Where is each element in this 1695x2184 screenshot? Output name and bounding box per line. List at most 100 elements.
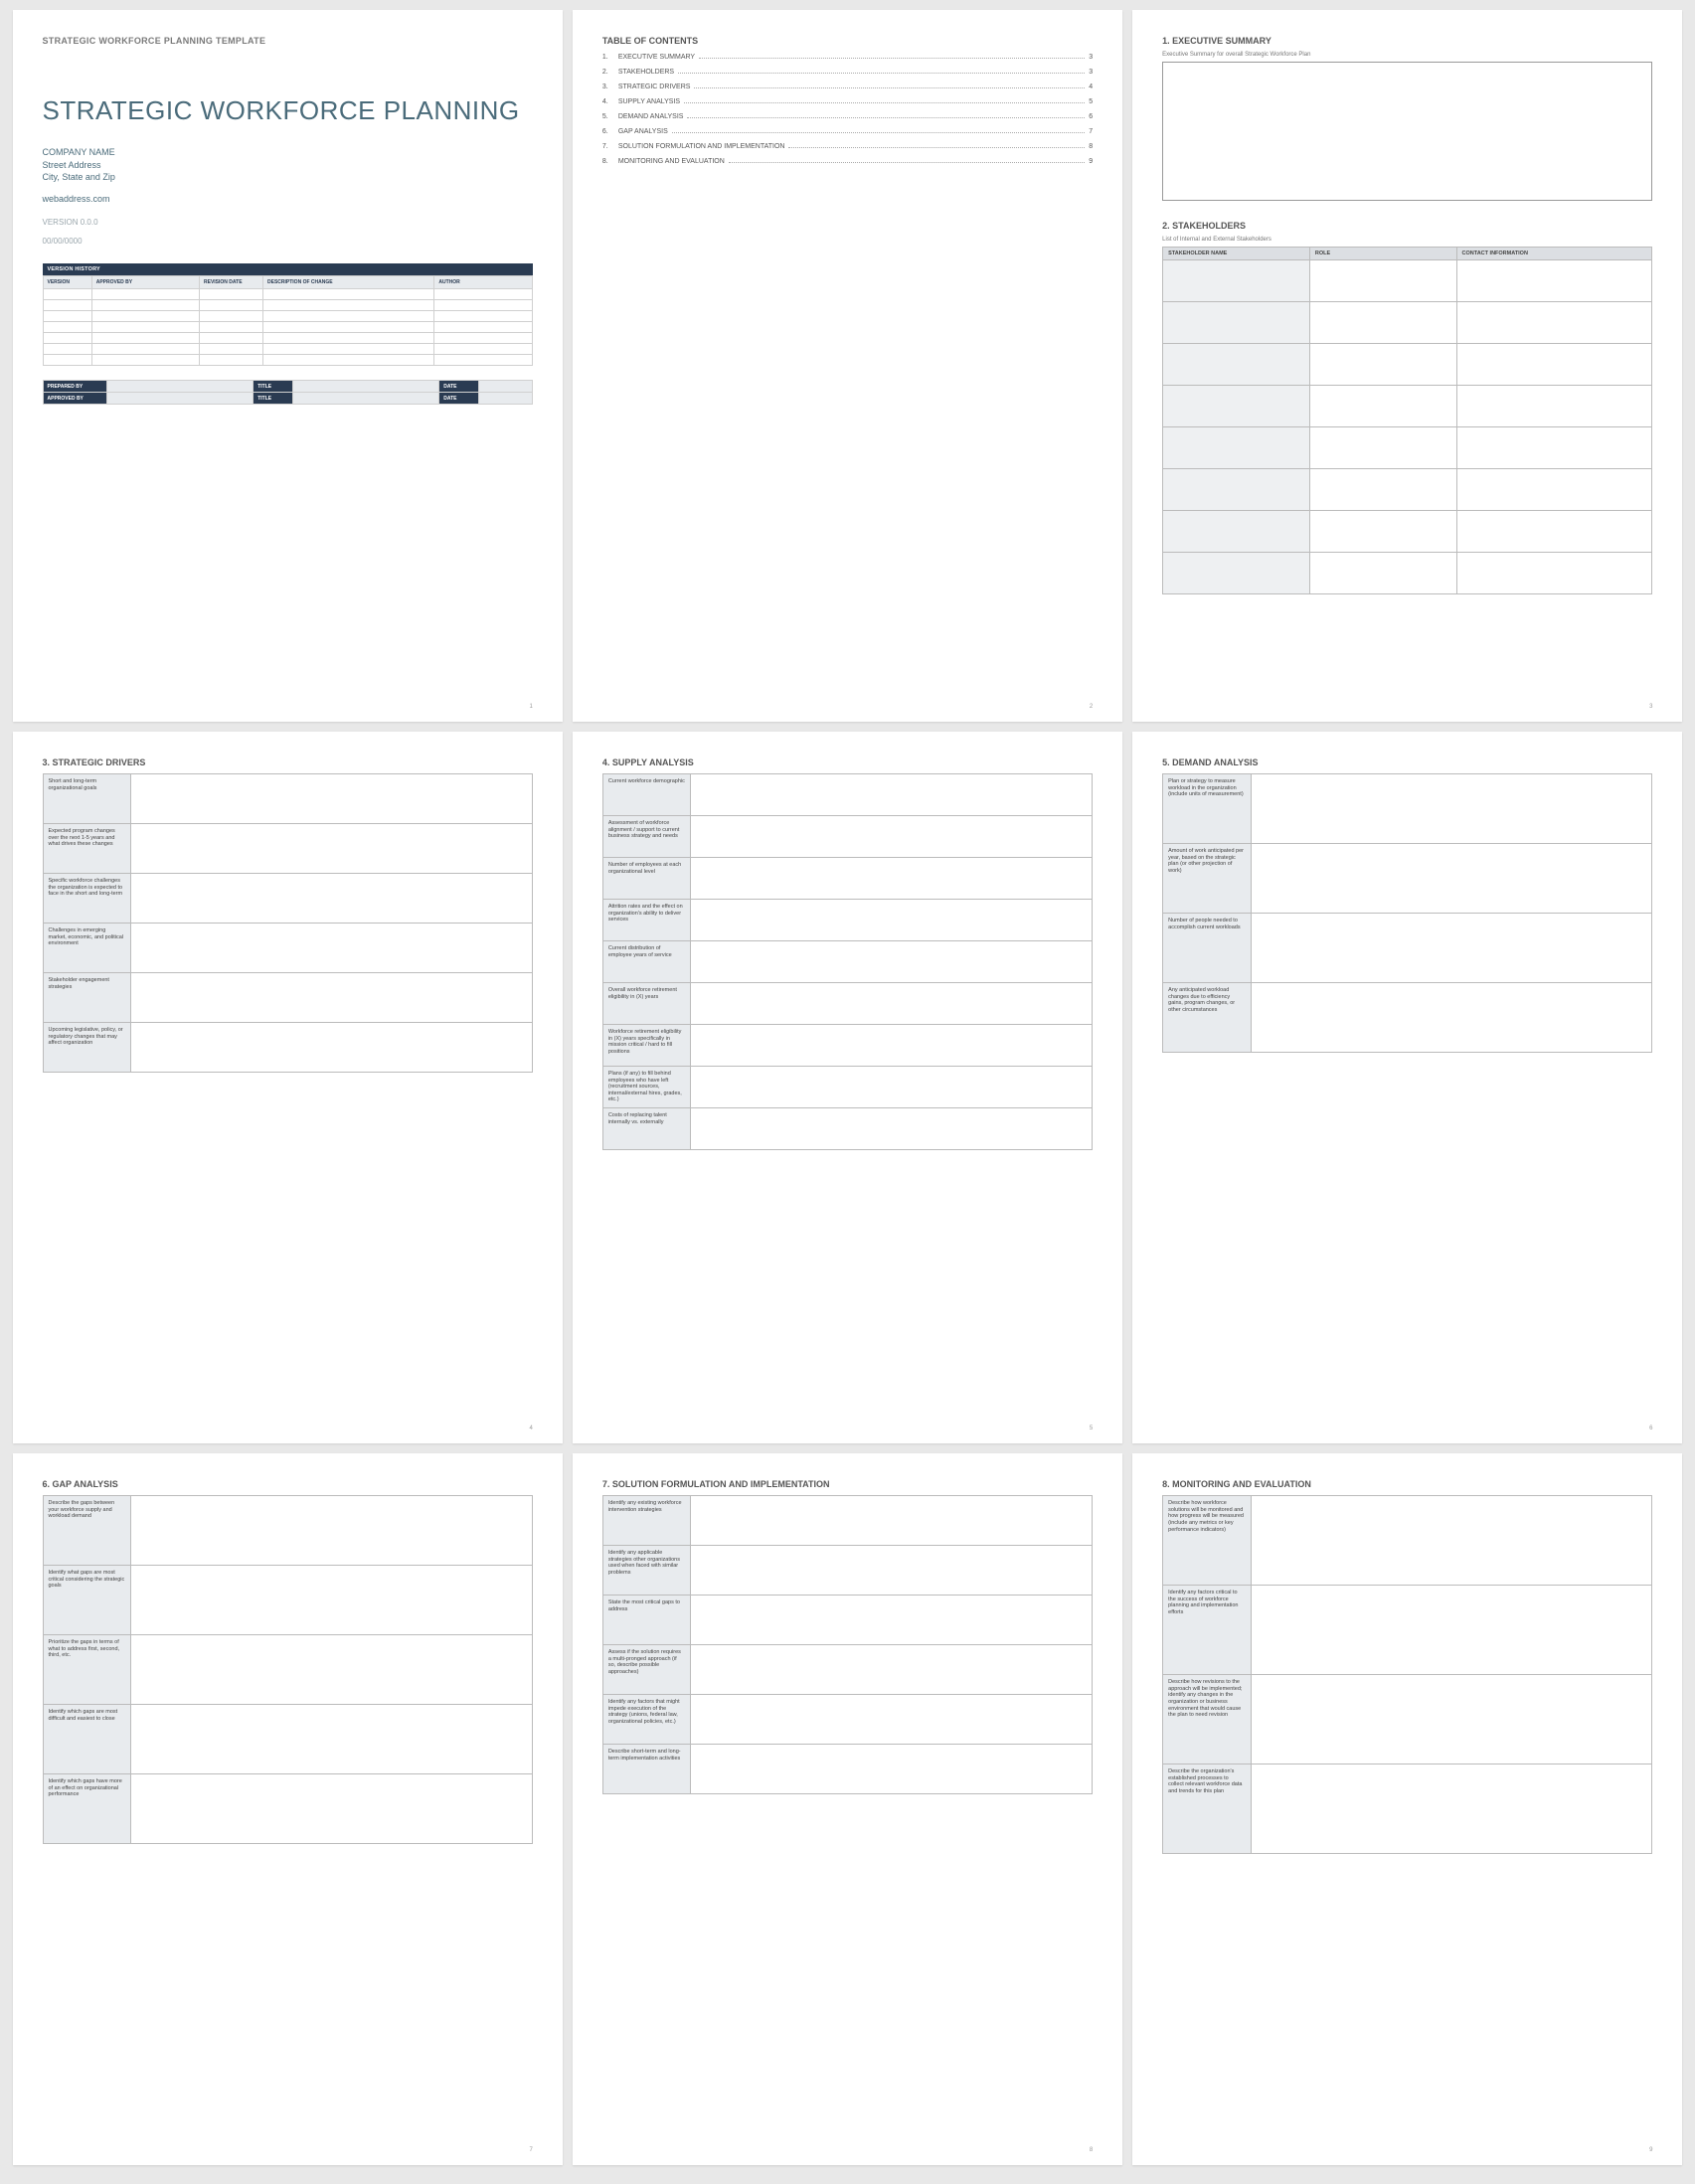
table-row: APPROVED BY TITLE DATE: [43, 393, 532, 405]
toc-title: TABLE OF CONTENTS: [602, 36, 1093, 46]
strategic-drivers-heading: 3. STRATEGIC DRIVERS: [43, 757, 533, 767]
prepared-by-label: PREPARED BY: [43, 381, 106, 393]
approved-by-label: APPROVED BY: [43, 393, 106, 405]
col-contact: CONTACT INFORMATION: [1456, 248, 1652, 260]
page-9: 8. MONITORING AND EVALUATION Describe ho…: [1132, 1453, 1682, 2165]
table-row: [43, 333, 532, 344]
monitoring-heading: 8. MONITORING AND EVALUATION: [1162, 1479, 1652, 1489]
col-version: VERSION: [43, 276, 91, 289]
table-header-row: STAKEHOLDER NAME ROLE CONTACT INFORMATIO…: [1163, 248, 1652, 260]
table-row: Identify any existing workforce interven…: [602, 1496, 1092, 1546]
company-name: COMPANY NAME: [43, 146, 533, 159]
table-row: Identify any factors that might impede e…: [602, 1695, 1092, 1745]
table-row: [1163, 260, 1652, 302]
solution-heading: 7. SOLUTION FORMULATION AND IMPLEMENTATI…: [602, 1479, 1093, 1489]
gap-analysis-table: Describe the gaps between your workforce…: [43, 1495, 533, 1844]
version-text: VERSION 0.0.0: [43, 218, 533, 227]
page-number: 6: [1649, 1426, 1652, 1431]
supply-analysis-table: Current workforce demographic Assessment…: [602, 773, 1093, 1150]
table-row: [1163, 511, 1652, 553]
table-row: [43, 311, 532, 322]
date-label: DATE: [439, 381, 478, 393]
table-row: Prioritize the gaps in terms of what to …: [43, 1635, 532, 1705]
supply-analysis-heading: 4. SUPPLY ANALYSIS: [602, 757, 1093, 767]
table-row: [1163, 386, 1652, 427]
table-row: [43, 355, 532, 366]
table-row: [1163, 469, 1652, 511]
table-row: Describe the organization's established …: [1163, 1764, 1652, 1854]
company-block: COMPANY NAME Street Address City, State …: [43, 146, 533, 184]
table-row: Attrition rates and the effect on organi…: [602, 900, 1092, 941]
page-number: 2: [1090, 704, 1093, 710]
title-value-2: [292, 393, 439, 405]
table-row: Plan or strategy to measure workload in …: [1163, 774, 1652, 844]
table-row: Upcoming legislative, policy, or regulat…: [43, 1023, 532, 1073]
table-row: Identify which gaps are most difficult a…: [43, 1705, 532, 1774]
table-row: Describe short-term and long-term implem…: [602, 1745, 1092, 1794]
date-value: [478, 381, 532, 393]
toc-item: 7.SOLUTION FORMULATION AND IMPLEMENTATIO…: [602, 143, 1093, 150]
date-label-2: DATE: [439, 393, 478, 405]
table-row: [1163, 344, 1652, 386]
table-row: Expected program changes over the next 1…: [43, 824, 532, 874]
page-2: TABLE OF CONTENTS 1.EXECUTIVE SUMMARY3 2…: [573, 10, 1122, 722]
table-row: Assessment of workforce alignment / supp…: [602, 816, 1092, 858]
title-label-2: TITLE: [254, 393, 292, 405]
date-text: 00/00/0000: [43, 237, 533, 246]
col-approved-by: APPROVED BY: [91, 276, 199, 289]
page-7: 6. GAP ANALYSIS Describe the gaps betwee…: [13, 1453, 563, 2165]
table-row: Current distribution of employee years o…: [602, 941, 1092, 983]
toc-item: 6.GAP ANALYSIS7: [602, 128, 1093, 135]
version-history-table: VERSION APPROVED BY REVISION DATE DESCRI…: [43, 275, 533, 366]
table-row: Describe the gaps between your workforce…: [43, 1496, 532, 1566]
page-number: 8: [1090, 2147, 1093, 2153]
table-row: [43, 344, 532, 355]
page-6: 5. DEMAND ANALYSIS Plan or strategy to m…: [1132, 732, 1682, 1443]
table-row: Workforce retirement eligibility in (X) …: [602, 1025, 1092, 1067]
page-number: 3: [1649, 704, 1652, 710]
toc-item: 4.SUPPLY ANALYSIS5: [602, 98, 1093, 105]
stakeholders-note: List of Internal and External Stakeholde…: [1162, 237, 1652, 243]
table-row: Challenges in emerging market, economic,…: [43, 924, 532, 973]
col-role: ROLE: [1309, 248, 1456, 260]
date-value-2: [478, 393, 532, 405]
table-row: [43, 300, 532, 311]
table-row: [1163, 553, 1652, 594]
table-row: Identify what gaps are most critical con…: [43, 1566, 532, 1635]
monitoring-table: Describe how workforce solutions will be…: [1162, 1495, 1652, 1854]
table-row: Identify any applicable strategies other…: [602, 1546, 1092, 1596]
version-history-header: VERSION HISTORY: [43, 263, 533, 275]
table-row: Costs of replacing talent internally vs.…: [602, 1108, 1092, 1150]
toc-item: 2.STAKEHOLDERS3: [602, 69, 1093, 76]
page-number: 9: [1649, 2147, 1652, 2153]
table-row: Any anticipated workload changes due to …: [1163, 983, 1652, 1053]
toc-item: 5.DEMAND ANALYSIS6: [602, 113, 1093, 120]
table-row: Overall workforce retirement eligibility…: [602, 983, 1092, 1025]
sign-off-table: PREPARED BY TITLE DATE APPROVED BY TITLE…: [43, 380, 533, 405]
table-row: Specific workforce challenges the organi…: [43, 874, 532, 924]
exec-summary-box: [1162, 62, 1652, 201]
table-row: [1163, 427, 1652, 469]
document-title: STRATEGIC WORKFORCE PLANNING: [43, 97, 533, 124]
table-row: [1163, 302, 1652, 344]
table-row: Number of people needed to accomplish cu…: [1163, 914, 1652, 983]
table-row: [43, 322, 532, 333]
col-revision-date: REVISION DATE: [200, 276, 263, 289]
table-row: Identify any factors critical to the suc…: [1163, 1586, 1652, 1675]
toc-item: 3.STRATEGIC DRIVERS4: [602, 84, 1093, 90]
table-row: Assess if the solution requires a multi-…: [602, 1645, 1092, 1695]
city-state-zip: City, State and Zip: [43, 171, 533, 184]
gap-analysis-heading: 6. GAP ANALYSIS: [43, 1479, 533, 1489]
table-row: Amount of work anticipated per year, bas…: [1163, 844, 1652, 914]
table-row: Identify which gaps have more of an effe…: [43, 1774, 532, 1844]
title-value: [292, 381, 439, 393]
col-description: DESCRIPTION OF CHANGE: [263, 276, 434, 289]
stakeholders-table: STAKEHOLDER NAME ROLE CONTACT INFORMATIO…: [1162, 247, 1652, 594]
approved-by-value: [106, 393, 254, 405]
table-row: Number of employees at each organization…: [602, 858, 1092, 900]
table-row: Describe how revisions to the approach w…: [1163, 1675, 1652, 1764]
page-number: 7: [529, 2147, 532, 2153]
page-3: 1. EXECUTIVE SUMMARY Executive Summary f…: [1132, 10, 1682, 722]
title-label: TITLE: [254, 381, 292, 393]
exec-summary-heading: 1. EXECUTIVE SUMMARY: [1162, 36, 1652, 46]
